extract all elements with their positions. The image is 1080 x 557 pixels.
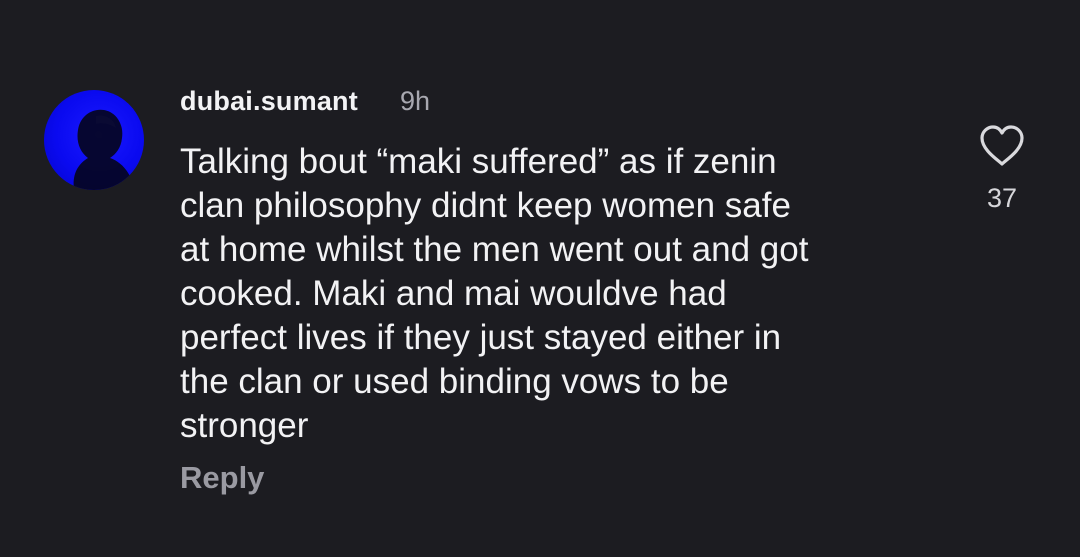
- comment-text-line: at home whilst the men went out and got: [180, 230, 809, 269]
- like-count: 37: [986, 183, 1018, 213]
- comment-text: Talking bout “maki suffered” as if zenin…: [180, 140, 960, 448]
- avatar[interactable]: [44, 90, 144, 190]
- comment-text-line: Talking bout “maki suffered” as if zenin: [180, 142, 777, 181]
- comment-text-line: stronger: [180, 406, 309, 445]
- comment-item: dubai.sumant 9h Talking bout “maki suffe…: [0, 0, 1080, 557]
- timestamp: 9h: [400, 86, 431, 116]
- reply-button[interactable]: Reply: [180, 460, 264, 496]
- comment-text-line: cooked. Maki and mai wouldve had: [180, 274, 727, 313]
- comment-text-line: the clan or used binding vows to be: [180, 362, 729, 401]
- heart-outline-icon: [980, 125, 1024, 166]
- username[interactable]: dubai.sumant: [180, 86, 358, 117]
- comment-text-line: perfect lives if they just stayed either…: [180, 318, 782, 357]
- like-button[interactable]: [978, 124, 1026, 168]
- person-silhouette-icon: [73, 109, 134, 190]
- comment-text-line: clan philosophy didnt keep women safe: [180, 186, 791, 225]
